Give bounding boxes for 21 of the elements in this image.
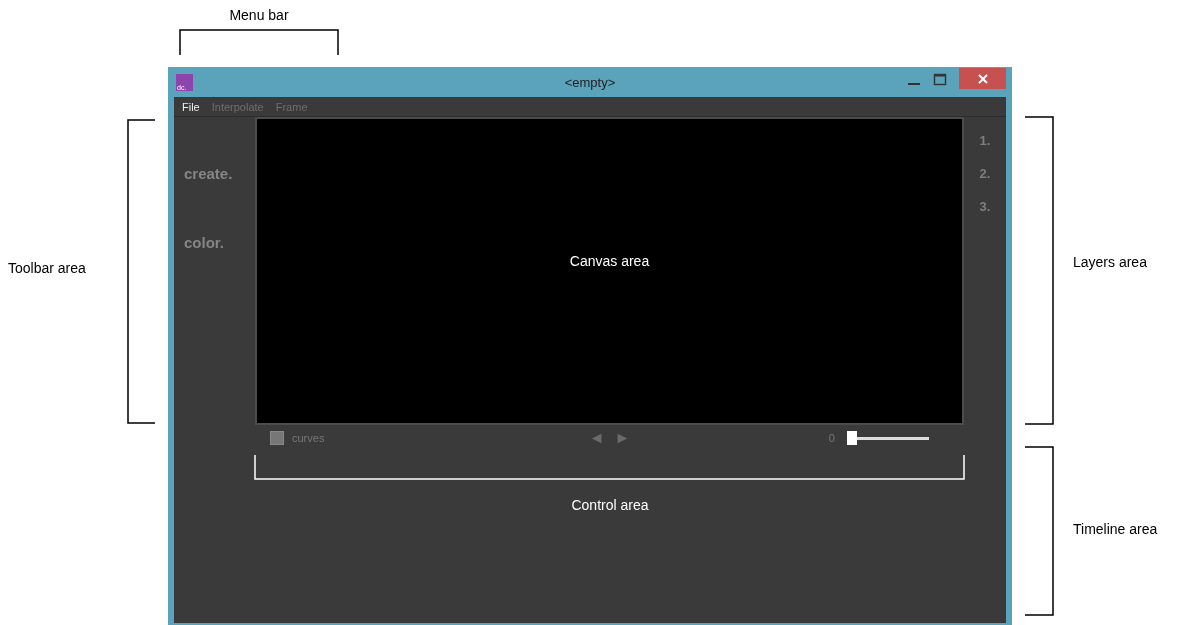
layer-item[interactable]: 1. xyxy=(979,133,991,148)
close-icon xyxy=(977,73,988,84)
annotation-label: Control area xyxy=(571,497,649,513)
annotation-label: Toolbar area xyxy=(8,260,86,276)
tool-item[interactable]: color. xyxy=(184,234,224,251)
layer-item[interactable]: 2. xyxy=(979,166,991,181)
next-frame-button[interactable]: ► xyxy=(612,429,633,447)
canvas[interactable]: Canvas area xyxy=(255,117,964,425)
checkbox[interactable] xyxy=(270,431,284,445)
annotation-label: Layers area xyxy=(1073,254,1147,270)
close-button[interactable] xyxy=(959,68,1006,89)
annotation-label: Timeline area xyxy=(1073,521,1158,537)
layer-item[interactable]: 3. xyxy=(979,199,991,214)
annotation-label: Menu bar xyxy=(229,7,289,23)
canvas-label: Canvas area xyxy=(569,253,650,269)
previous-frame-button[interactable]: ◄ xyxy=(586,429,607,447)
tool-item[interactable]: create. xyxy=(184,165,233,182)
window-title: <empty> xyxy=(564,74,616,90)
maximize-icon[interactable] xyxy=(933,73,947,87)
slider-thumb[interactable] xyxy=(847,431,857,445)
menu-item[interactable]: File xyxy=(182,100,200,113)
